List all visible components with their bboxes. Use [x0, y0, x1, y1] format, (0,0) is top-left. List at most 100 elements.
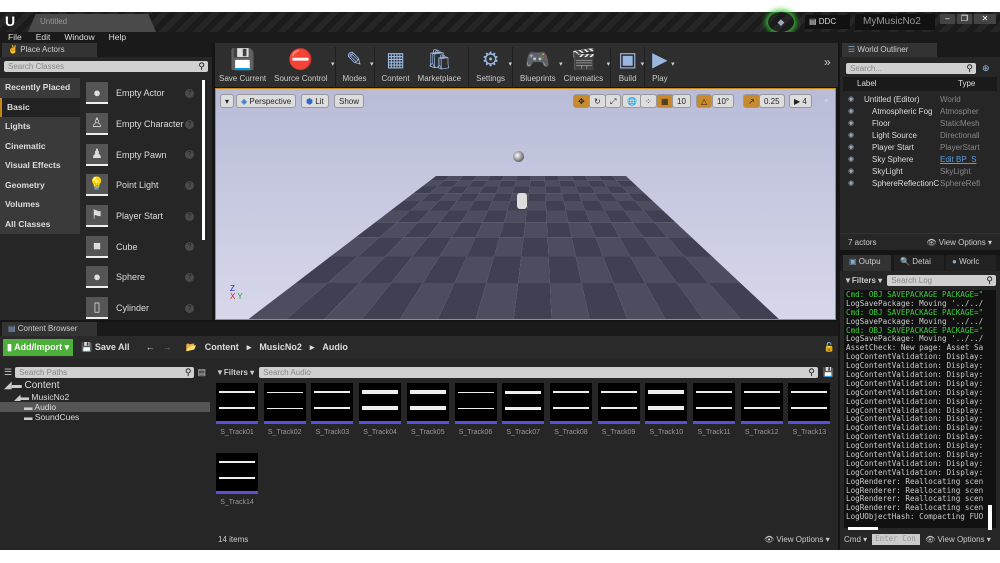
sound-wave-asset[interactable]: S_Track05: [406, 383, 449, 436]
blueprints-button[interactable]: 🎮 Blueprints ▾: [516, 46, 563, 87]
log-horizontal-scrollbar[interactable]: [848, 527, 878, 530]
level-viewport[interactable]: ▾ ◆ Perspective ⬢ Lit Show ✥ ↻ ⤢ 🌐 ⁘ ▦ 1…: [215, 88, 836, 320]
path-view-options-icon[interactable]: ▤: [197, 367, 206, 378]
ddc-indicator[interactable]: ▤ DDC: [805, 15, 850, 29]
menu-window[interactable]: Window: [64, 32, 94, 43]
toolbar-overflow-button[interactable]: »: [824, 55, 831, 69]
sound-wave-asset[interactable]: S_Track06: [454, 383, 497, 436]
player-start-actor[interactable]: [517, 193, 527, 209]
content-button[interactable]: ▦ Content: [378, 46, 414, 87]
tab-place-actors[interactable]: ✌ Place Actors: [2, 43, 97, 57]
help-icon[interactable]: ?: [185, 211, 194, 221]
source-control-status-icon[interactable]: ◆: [768, 12, 794, 32]
category-basic[interactable]: Basic: [0, 97, 80, 117]
close-button[interactable]: ✕: [974, 14, 996, 24]
sound-wave-asset[interactable]: S_Track03: [311, 383, 354, 436]
camera-speed-button[interactable]: ▶ 4: [789, 94, 812, 108]
actor-item[interactable]: ● Empty Actor?: [82, 78, 206, 109]
modes-dropdown-icon[interactable]: ▾: [370, 60, 374, 68]
help-icon[interactable]: ?: [185, 88, 194, 98]
maximize-viewport-button[interactable]: ▫: [821, 94, 832, 108]
tab-content-browser[interactable]: ▤ Content Browser: [2, 322, 97, 336]
sound-wave-asset[interactable]: S_Track04: [359, 383, 402, 436]
visibility-eye-icon[interactable]: ◉: [848, 131, 860, 139]
actor-item[interactable]: ▯ Cylinder?: [82, 293, 206, 324]
cinematics-button[interactable]: 🎬 Cinematics ▾: [560, 46, 611, 87]
sound-wave-asset[interactable]: S_Track12: [740, 383, 783, 436]
actor-item[interactable]: ♙ Empty Character?: [82, 109, 206, 140]
outliner-view-options[interactable]: 👁 View Options ▾: [926, 238, 992, 247]
outliner-row[interactable]: ◉ Player Start PlayerStart: [840, 141, 1000, 153]
visibility-eye-icon[interactable]: ◉: [848, 155, 860, 163]
add-import-button[interactable]: ▮ Add/Import ▾: [3, 338, 74, 356]
save-current-button[interactable]: 💾 Save Current: [215, 46, 270, 87]
cinematics-dropdown-icon[interactable]: ▾: [607, 60, 611, 68]
category-recently-placed[interactable]: Recently Placed: [0, 78, 80, 98]
category-lights[interactable]: Lights: [0, 117, 80, 137]
build-button[interactable]: ▣ Build ▾: [614, 46, 644, 87]
menu-edit[interactable]: Edit: [36, 32, 51, 43]
lit-button[interactable]: ⬢ Lit: [301, 94, 329, 108]
category-visual-effects[interactable]: Visual Effects: [0, 156, 80, 176]
sound-wave-asset[interactable]: S_Track10: [645, 383, 688, 436]
rotation-snap-value[interactable]: 10°: [712, 94, 735, 108]
scale-tool[interactable]: ⤢: [605, 94, 622, 108]
maximize-button[interactable]: ❐: [957, 14, 972, 24]
visibility-eye-icon[interactable]: ◉: [848, 179, 860, 187]
modes-button[interactable]: ✎ Modes ▾: [339, 46, 374, 87]
visibility-eye-icon[interactable]: ◉: [848, 143, 860, 151]
surface-snap-button[interactable]: ⁘: [640, 94, 657, 108]
outliner-row[interactable]: ◉ Untitled (Editor) World: [840, 93, 1000, 105]
help-icon[interactable]: ?: [185, 303, 194, 313]
search-classes-input[interactable]: Search Classes ⚲: [4, 61, 208, 72]
breadcrumb-audio[interactable]: Audio: [322, 342, 348, 352]
rotate-tool[interactable]: ↻: [589, 94, 606, 108]
menu-help[interactable]: Help: [109, 32, 126, 43]
help-icon[interactable]: ?: [185, 119, 194, 129]
breadcrumb-content[interactable]: Content: [205, 342, 239, 352]
console-input[interactable]: Enter Con: [872, 534, 921, 545]
help-icon[interactable]: ?: [185, 180, 194, 190]
actor-item[interactable]: ■ Cube?: [82, 231, 206, 262]
rotation-snap-toggle[interactable]: △: [696, 94, 713, 108]
search-log-input[interactable]: Search Log ⚲: [887, 275, 996, 286]
history-forward-button[interactable]: →: [163, 342, 172, 352]
cmd-dropdown[interactable]: Cmd ▾: [844, 535, 867, 544]
sound-wave-asset[interactable]: S_Track11: [693, 383, 735, 436]
scale-snap-toggle[interactable]: ↗: [743, 94, 760, 108]
help-icon[interactable]: ?: [185, 272, 194, 282]
scale-snap-value[interactable]: 0.25: [759, 94, 785, 108]
grid-size-value[interactable]: 10: [672, 94, 691, 108]
outliner-search-input[interactable]: Search... ⚲: [846, 63, 976, 74]
outliner-row[interactable]: ◉ Light Source Directionall: [840, 129, 1000, 141]
sound-wave-asset[interactable]: S_Track13: [788, 383, 831, 436]
visibility-eye-icon[interactable]: ◉: [848, 119, 860, 127]
world-local-toggle[interactable]: 🌐: [622, 94, 642, 108]
play-button[interactable]: ▶ Play ▾: [648, 46, 675, 87]
source-control-dropdown-icon[interactable]: ▾: [331, 60, 335, 68]
log-view-options[interactable]: 👁 View Options ▾: [925, 535, 991, 544]
sources-toggle-icon[interactable]: ☰: [4, 367, 12, 378]
tab-details[interactable]: 🔍 Detai: [894, 255, 944, 271]
category-geometry[interactable]: Geometry: [0, 175, 80, 195]
outliner-row[interactable]: ◉ Atmospheric Fog Atmospher: [840, 105, 1000, 117]
minimize-button[interactable]: –: [940, 14, 955, 24]
folder-tree-item[interactable]: ▬ Audio: [0, 402, 210, 412]
log-output[interactable]: Cmd: OBJ SAVEPACKAGE PACKAGE=" LogSavePac…: [844, 290, 996, 528]
actor-item[interactable]: ● Sphere?: [82, 262, 206, 293]
actor-item[interactable]: 💡 Point Light?: [82, 170, 206, 201]
outliner-row[interactable]: ◉ SkyLight SkyLight: [840, 165, 1000, 177]
tab-output-log[interactable]: ▣ Outpu: [843, 255, 891, 271]
viewport-options-button[interactable]: ▾: [220, 94, 235, 108]
outliner-row[interactable]: ◉ SphereReflectionC SphereRefl: [840, 177, 1000, 189]
category-volumes[interactable]: Volumes: [0, 195, 80, 215]
add-actor-icon[interactable]: ⊕: [982, 63, 990, 74]
outliner-row[interactable]: ◉ Sky Sphere Edit BP_S: [840, 153, 1000, 165]
category-all-classes[interactable]: All Classes: [0, 214, 80, 234]
perspective-button[interactable]: ◆ Perspective: [236, 94, 297, 108]
show-button[interactable]: Show: [334, 94, 365, 108]
visibility-eye-icon[interactable]: ◉: [848, 107, 860, 115]
sound-wave-asset[interactable]: S_Track09: [597, 383, 640, 436]
save-all-button[interactable]: 💾 Save All: [81, 342, 129, 353]
folder-tree-item[interactable]: ▬ SoundCues: [0, 412, 210, 422]
